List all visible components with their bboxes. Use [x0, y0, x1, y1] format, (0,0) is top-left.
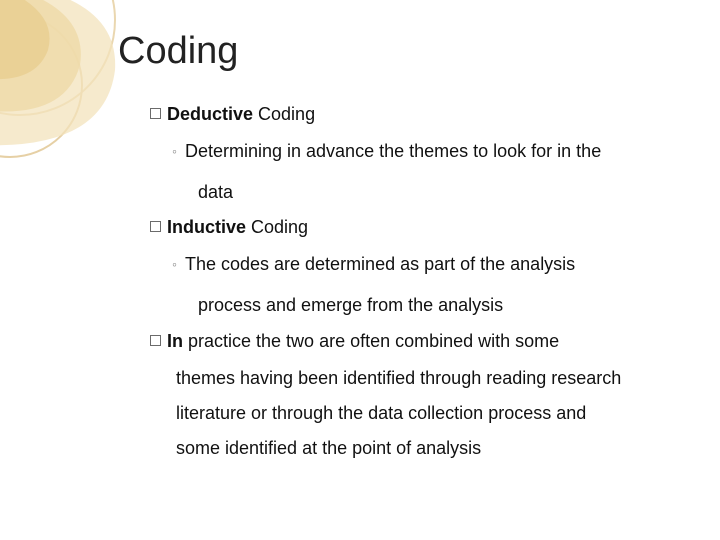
square-bullet-icon [150, 108, 161, 119]
bullet-bold: Deductive [167, 104, 253, 124]
bullet-text: Coding [246, 217, 308, 237]
bullet-text: Coding [253, 104, 315, 124]
bullet-bold: Inductive [167, 217, 246, 237]
slide: Coding Deductive Coding ◦ Determining in … [0, 0, 720, 540]
bullet-text: practice the two are often combined with… [183, 331, 559, 351]
bullet-deductive: Deductive Coding [150, 97, 670, 132]
circle-bullet-icon: ◦ [172, 251, 177, 278]
bullet-continuation: literature or through the data collectio… [150, 396, 670, 431]
square-bullet-icon [150, 221, 161, 232]
slide-title: Coding [118, 30, 680, 73]
sub-continuation: process and emerge from the analysis [150, 288, 670, 323]
sub-bullet: ◦ Determining in advance the themes to lo… [150, 134, 670, 169]
sub-text: The codes are determined as part of the … [185, 254, 575, 274]
sub-text: Determining in advance the themes to loo… [185, 141, 601, 161]
slide-content: Deductive Coding ◦ Determining in advance… [100, 97, 680, 466]
circle-bullet-icon: ◦ [172, 138, 177, 165]
bullet-inductive: Inductive Coding [150, 210, 670, 245]
bullet-practice: In practice the two are often combined w… [150, 324, 670, 359]
bullet-continuation: some identified at the point of analysis [150, 431, 670, 466]
sub-continuation: data [150, 175, 670, 210]
bullet-continuation: themes having been identified through re… [150, 361, 670, 396]
sub-bullet: ◦ The codes are determined as part of the… [150, 247, 670, 282]
square-bullet-icon [150, 335, 161, 346]
bullet-bold: In [167, 331, 183, 351]
